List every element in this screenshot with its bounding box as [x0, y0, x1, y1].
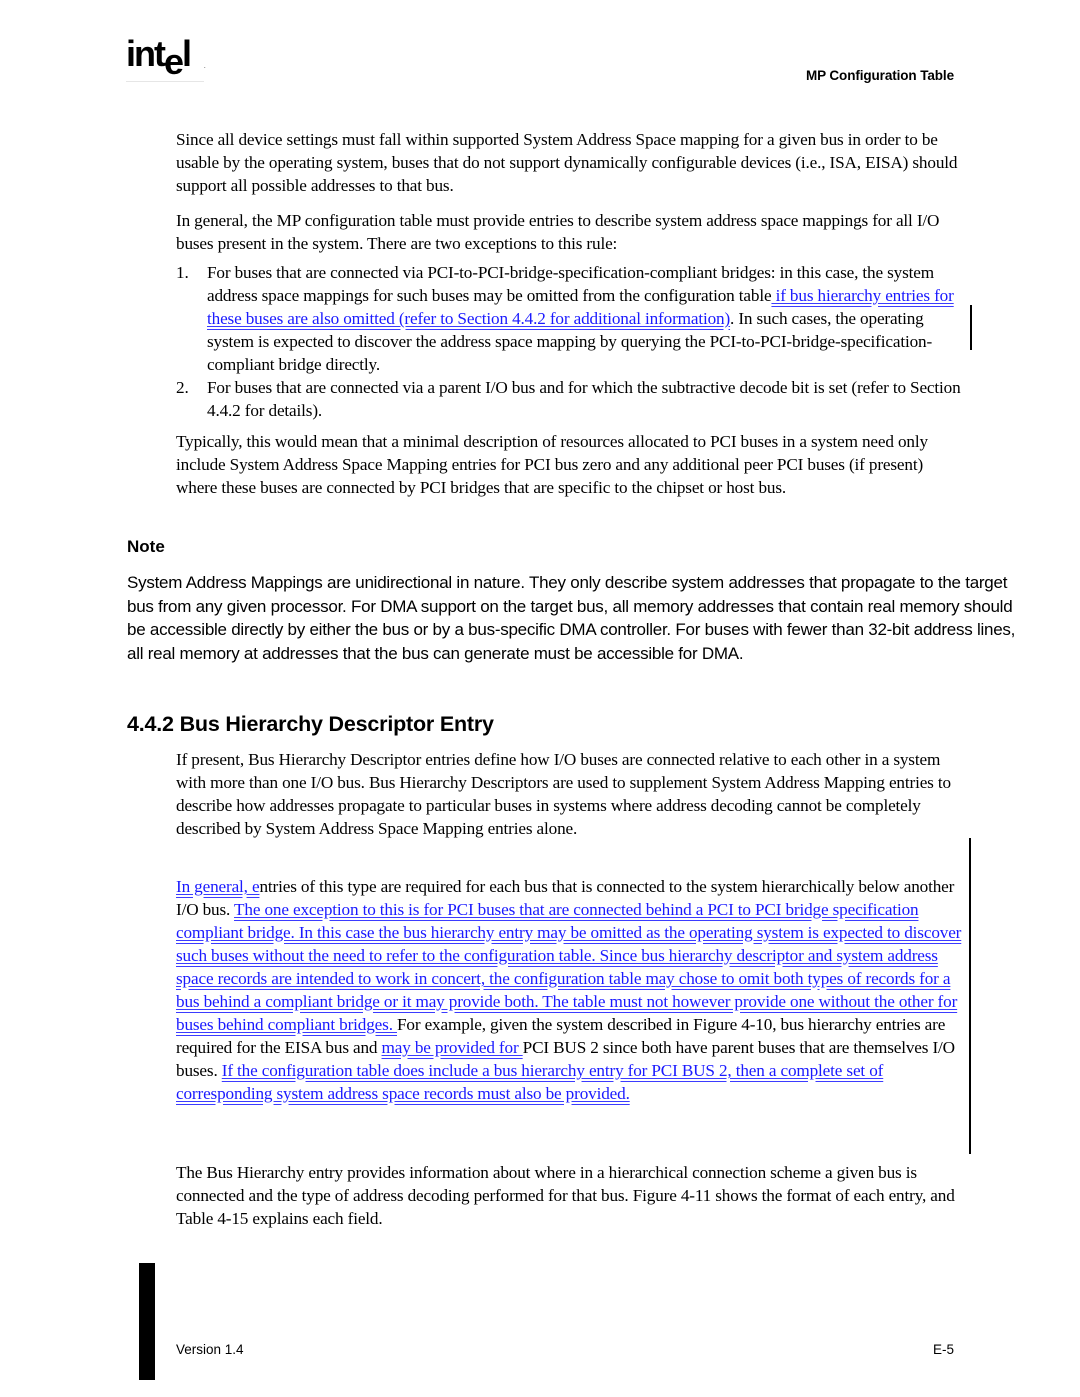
note-heading: Note	[127, 537, 165, 556]
logo-registered-dot: .	[204, 64, 206, 70]
list-item-2: 2. For buses that are connected via a pa…	[176, 376, 966, 422]
footer-version: Version 1.4	[176, 1342, 244, 1357]
running-header-title: MP Configuration Table	[805, 68, 954, 83]
section-heading: 4.4.2 Bus Hierarchy Descriptor Entry	[127, 712, 494, 736]
intel-logo: intel .	[126, 36, 208, 82]
change-bar	[970, 305, 972, 350]
revision-link-text[interactable]: The one exception to this is for PCI bus…	[176, 900, 961, 1034]
list-number: 2.	[176, 378, 189, 397]
list-number: 1.	[176, 263, 189, 282]
revision-link-text[interactable]: If the configuration table does include …	[176, 1061, 883, 1103]
paragraph-bus-hierarchy-format: The Bus Hierarchy entry provides informa…	[176, 1163, 955, 1228]
list-item-body: For buses that are connected via PCI-to-…	[207, 263, 954, 374]
paragraph-bus-hierarchy-rules: In general, entries of this type are req…	[176, 877, 962, 1103]
footer-page-number: E-5	[932, 1342, 954, 1357]
revision-link-text[interactable]: may be provided for	[382, 1038, 523, 1057]
logo-wordmark: intel	[126, 33, 192, 82]
paragraph-mp-table-entries: In general, the MP configuration table m…	[176, 211, 940, 253]
list-item-1: 1. For buses that are connected via PCI-…	[176, 261, 966, 376]
paragraph-address-support: Since all device settings must fall with…	[176, 130, 958, 195]
list-item-body: For buses that are connected via a paren…	[207, 378, 961, 420]
change-bar	[969, 838, 971, 1154]
paragraph-minimal-description: Typically, this would mean that a minima…	[176, 432, 928, 497]
logo-underline	[126, 81, 204, 82]
note-body: System Address Mappings are unidirection…	[127, 573, 1016, 663]
paragraph-bus-hierarchy-intro: If present, Bus Hierarchy Descriptor ent…	[176, 750, 951, 838]
revision-link-text[interactable]: In general, e	[176, 877, 260, 896]
footer-thumb-tab	[139, 1263, 155, 1380]
